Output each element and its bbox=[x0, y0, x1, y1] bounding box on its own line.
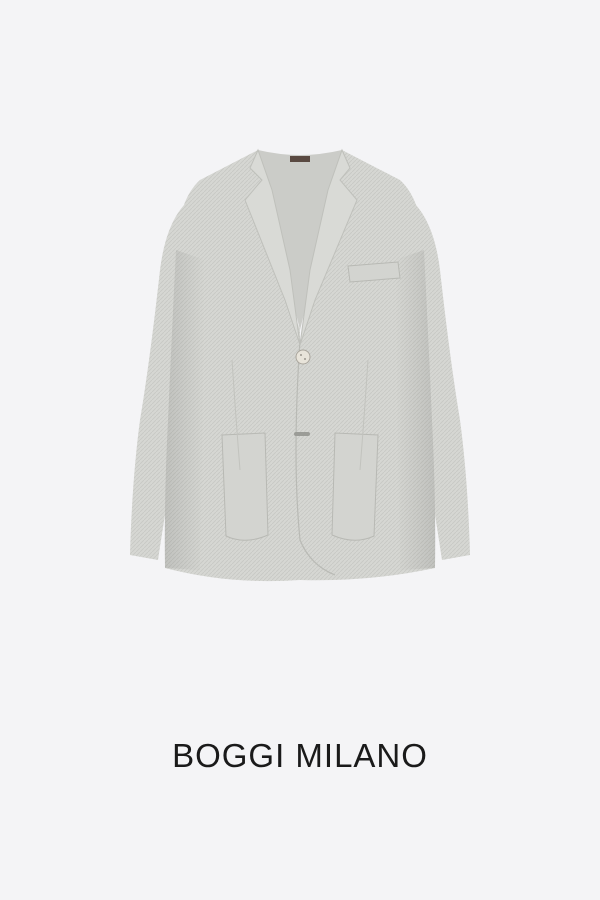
top-button bbox=[295, 349, 311, 365]
breast-pocket bbox=[347, 261, 401, 283]
blazer-product-image[interactable] bbox=[0, 0, 600, 640]
brand-name: BOGGI MILANO bbox=[172, 737, 428, 774]
product-card[interactable]: BOGGI MILANO bbox=[0, 0, 600, 900]
buttonhole bbox=[294, 432, 310, 436]
right-patch-pocket bbox=[331, 432, 379, 541]
left-patch-pocket bbox=[221, 432, 269, 541]
collar-label bbox=[290, 156, 310, 162]
